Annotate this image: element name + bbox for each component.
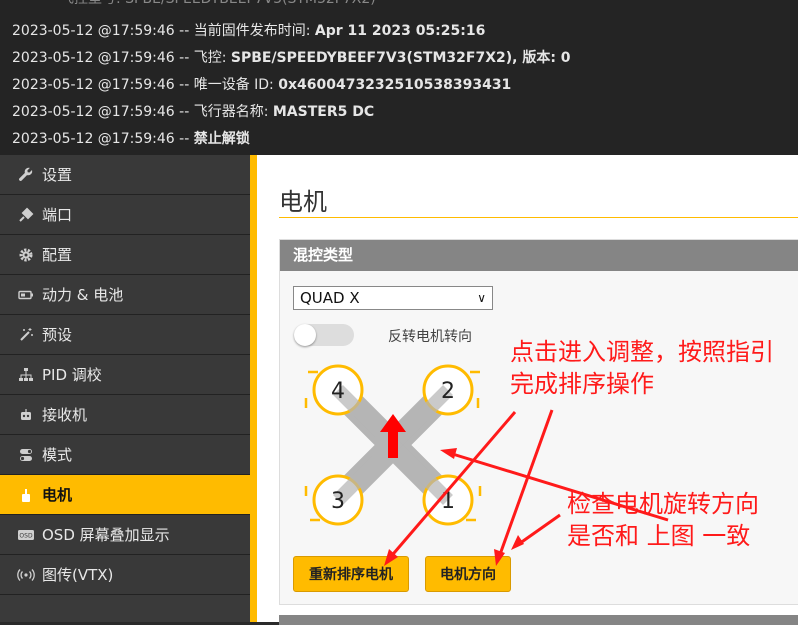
- sitemap-icon: [16, 366, 36, 384]
- svg-text:OSD: OSD: [19, 532, 33, 539]
- battery-icon: [16, 286, 36, 304]
- log-line-cut: 飞控型号: SPBE/SPEEDYBEEF7V3(STM32F7X2): [60, 0, 376, 8]
- reverse-motor-label: 反转电机转向: [388, 329, 472, 345]
- sidebar-item-power[interactable]: 动力 & 电池: [0, 275, 250, 315]
- robot-icon: [16, 406, 36, 424]
- sidebar-item-label: 设置: [42, 166, 73, 184]
- reorder-motors-button[interactable]: 重新排序电机: [293, 556, 409, 592]
- log-line: 2023-05-12 @17:59:46 -- 禁止解锁: [12, 131, 250, 147]
- reverse-motor-toggle[interactable]: [294, 324, 354, 346]
- broadcast-icon: [16, 566, 36, 584]
- mixer-select-value: QUAD X: [300, 289, 360, 307]
- sidebar-item-label: 接收机: [42, 406, 88, 424]
- page-title: 电机: [279, 188, 327, 216]
- sidebar-item-label: 模式: [42, 446, 73, 464]
- title-divider: [279, 217, 798, 218]
- sidebar-item-ports[interactable]: 端口: [0, 195, 250, 235]
- sidebar-item-presets[interactable]: 预设: [0, 315, 250, 355]
- sidebar-item-label: 配置: [42, 246, 73, 264]
- sidebar-item-label: 图传(VTX): [42, 566, 114, 584]
- log-line: 2023-05-12 @17:59:46 -- 飞控: SPBE/SPEEDYB…: [12, 50, 571, 66]
- wand-icon: [16, 326, 36, 344]
- log-line: 2023-05-12 @17:59:46 -- 当前固件发布时间: Apr 11…: [12, 23, 486, 39]
- sidebar-item-label: PID 调校: [42, 366, 102, 384]
- sidebar-item-setup[interactable]: 设置: [0, 155, 250, 195]
- sidebar-item-receiver[interactable]: 接收机: [0, 395, 250, 435]
- log-panel: 飞控型号: SPBE/SPEEDYBEEF7V3(STM32F7X2) 2023…: [0, 0, 798, 155]
- mixer-select[interactable]: QUAD X ∨: [293, 286, 493, 310]
- toggles-icon: [16, 446, 36, 464]
- toggle-knob: [294, 324, 316, 346]
- log-line: 2023-05-12 @17:59:46 -- 飞行器名称: MASTER5 D…: [12, 104, 375, 120]
- sidebar-item-motors[interactable]: 电机: [0, 475, 250, 515]
- motor-label: 1: [441, 489, 455, 514]
- osd-icon: OSD: [16, 526, 36, 544]
- gear-icon: [16, 246, 36, 264]
- sidebar: 设置 端口 配置 动力 & 电池 预设 PID 调校 接收机 模式 电机 OSD…: [0, 155, 250, 622]
- next-panel-header: [279, 615, 798, 625]
- plug-icon: [16, 206, 36, 224]
- sidebar-item-label: 预设: [42, 326, 73, 344]
- sidebar-item-osd[interactable]: OSD OSD 屏幕叠加显示: [0, 515, 250, 555]
- sidebar-item-configuration[interactable]: 配置: [0, 235, 250, 275]
- wrench-icon: [16, 166, 36, 184]
- quad-x-diagram: 4 2 3 1: [304, 364, 482, 526]
- log-line: 2023-05-12 @17:59:46 -- 唯一设备 ID: 0x46004…: [12, 77, 512, 93]
- annotation-text-bottom: 检查电机旋转方向 是否和 上图 一致: [567, 490, 759, 550]
- sidebar-item-label: OSD 屏幕叠加显示: [42, 526, 170, 544]
- sidebar-item-pid-tuning[interactable]: PID 调校: [0, 355, 250, 395]
- panel-header: 混控类型: [280, 240, 798, 271]
- motor-icon: [16, 486, 36, 504]
- sidebar-item-label: 动力 & 电池: [42, 286, 124, 304]
- chevron-down-icon: ∨: [477, 291, 486, 305]
- sidebar-item-label: 电机: [42, 486, 73, 504]
- sidebar-item-label: 端口: [42, 206, 73, 224]
- motor-label: 4: [331, 379, 345, 404]
- motor-direction-button[interactable]: 电机方向: [425, 556, 511, 592]
- motor-label: 2: [441, 379, 455, 404]
- annotation-text-top: 点击进入调整，按照指引 完成排序操作: [510, 338, 774, 398]
- sidebar-item-modes[interactable]: 模式: [0, 435, 250, 475]
- sidebar-item-vtx[interactable]: 图传(VTX): [0, 555, 250, 595]
- motor-label: 3: [331, 489, 345, 514]
